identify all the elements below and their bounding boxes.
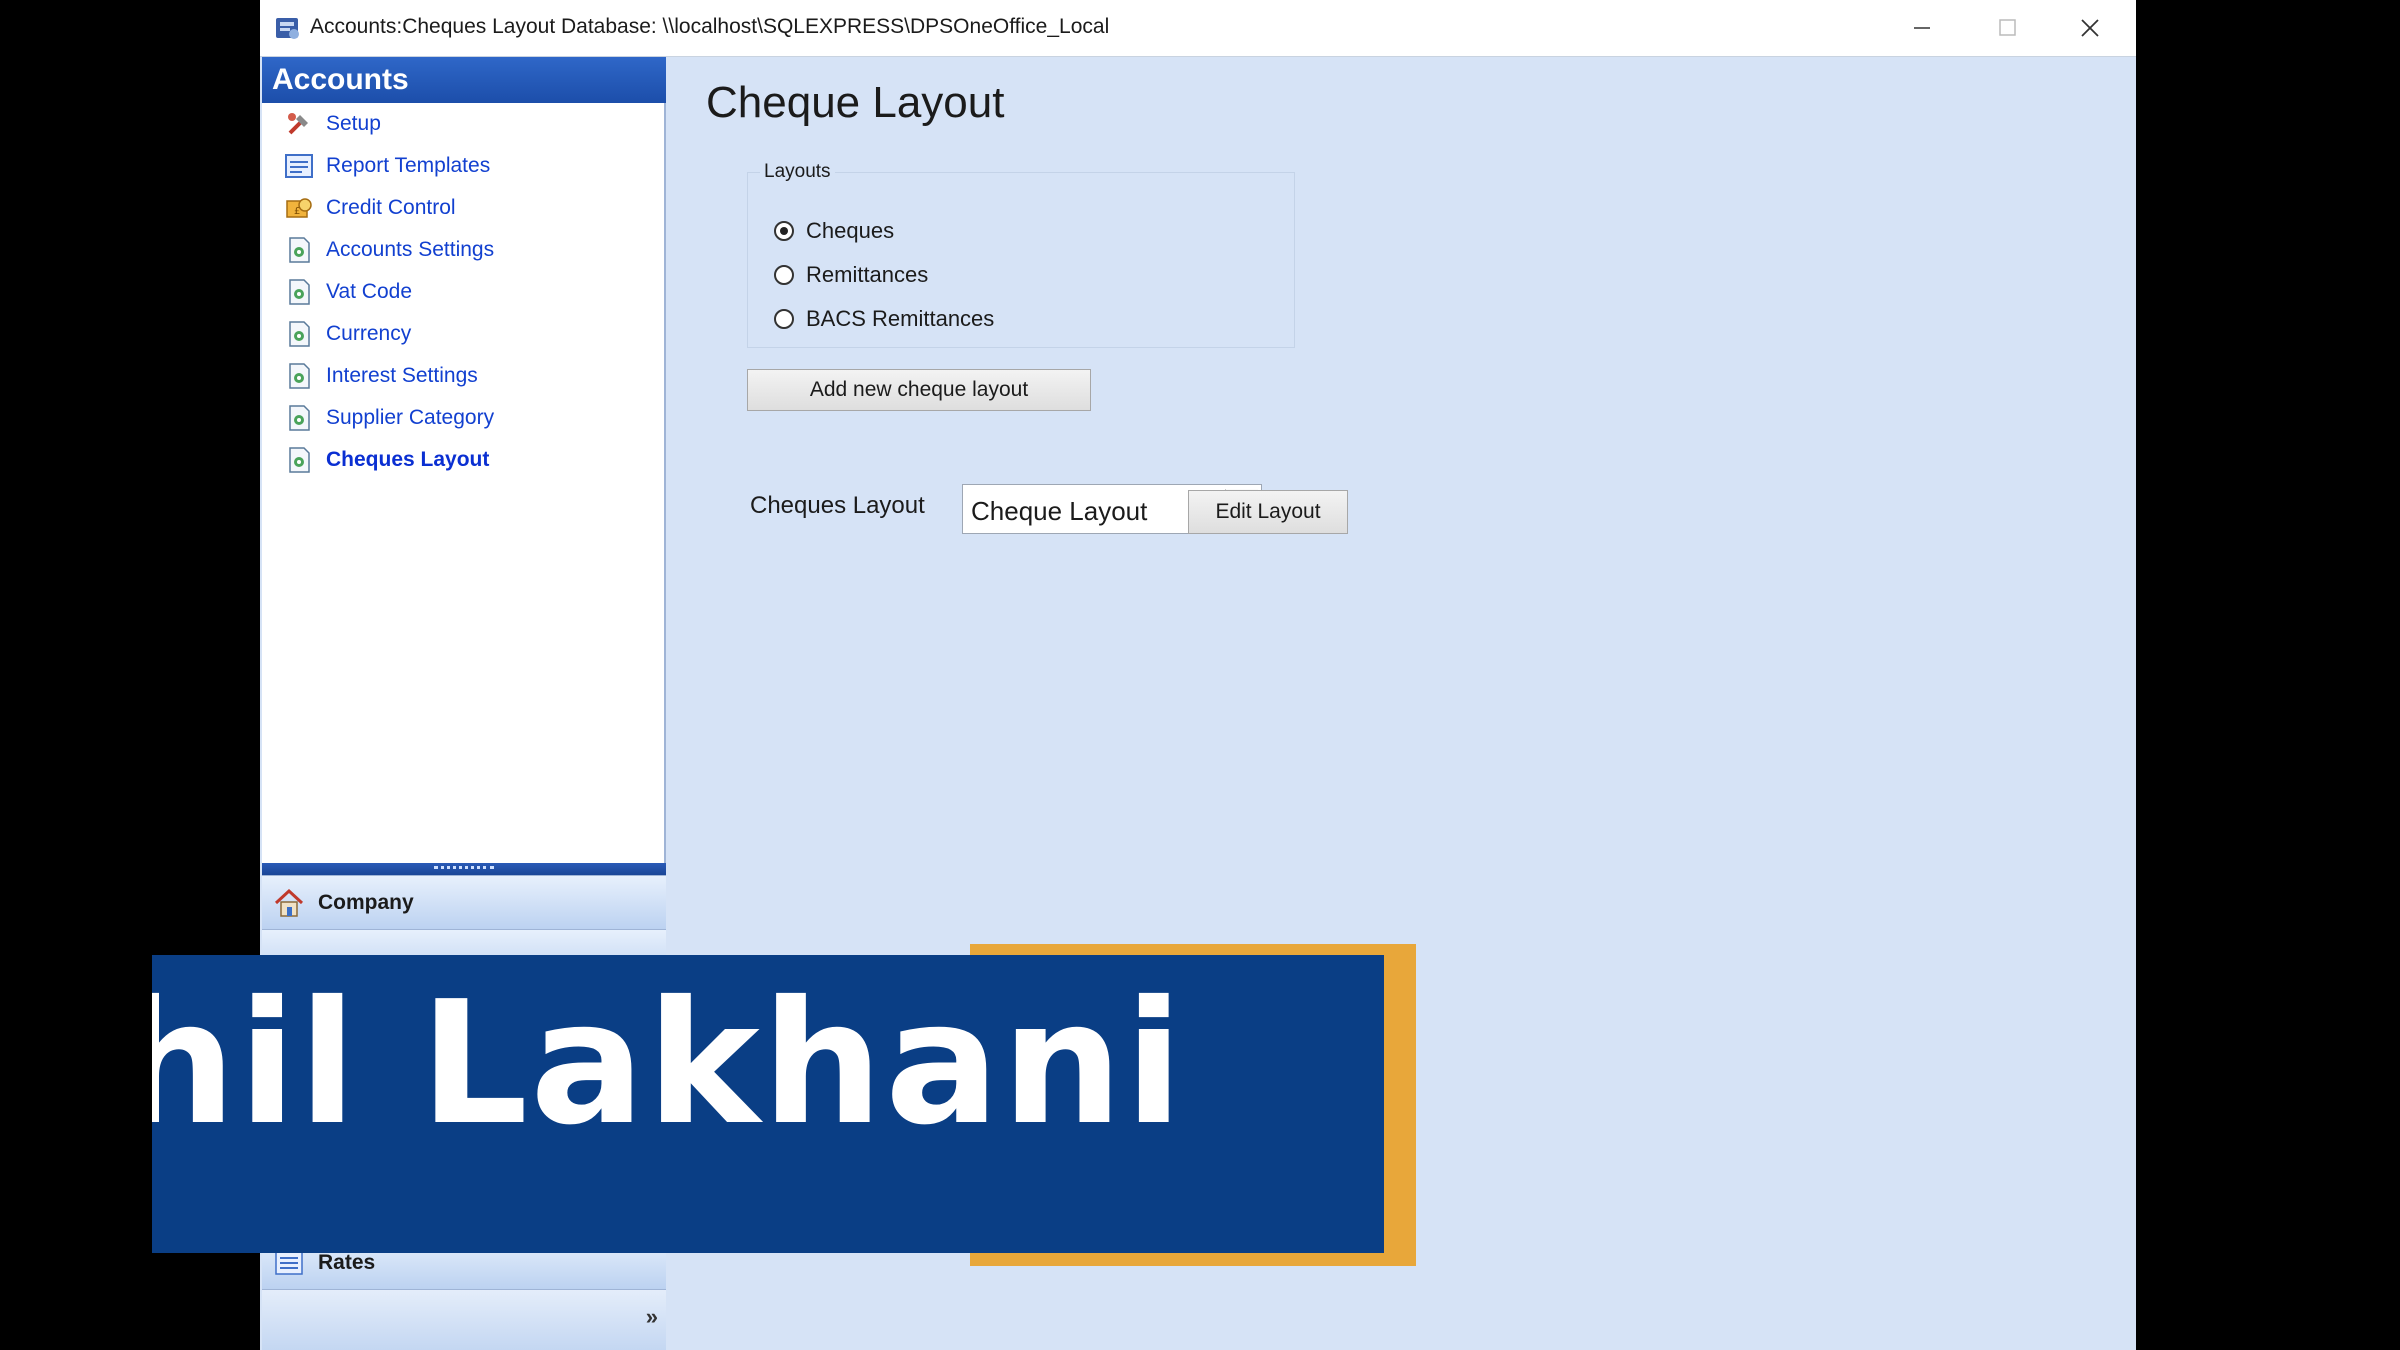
- settings-doc-icon: [289, 447, 310, 473]
- radio-button[interactable]: [774, 221, 794, 241]
- edit-layout-button[interactable]: Edit Layout: [1188, 490, 1348, 534]
- window-title: Accounts:Cheques Layout Database: \\loca…: [310, 15, 1110, 38]
- overlay-name-text: hil Lakhani: [152, 965, 1185, 1163]
- add-new-cheque-layout-button[interactable]: Add new cheque layout: [747, 369, 1091, 411]
- title-bar: Accounts:Cheques Layout Database: \\loca…: [260, 0, 2136, 57]
- select-value: Cheque Layout: [971, 496, 1148, 526]
- minimize-icon[interactable]: [1902, 10, 1942, 46]
- sidebar-header: Accounts: [262, 57, 666, 103]
- sidebar-item-label: Supplier Category: [326, 406, 495, 429]
- radio-label: BACS Remittances: [806, 306, 995, 331]
- chevron-expand-icon[interactable]: »: [646, 1304, 658, 1330]
- sidebar-item-cheques-layout[interactable]: Cheques Layout: [284, 443, 489, 477]
- overlay-name-banner: hil Lakhani: [152, 955, 1384, 1253]
- radio-bacs-remittances[interactable]: BACS Remittances: [774, 306, 994, 332]
- maximize-icon[interactable]: [1987, 10, 2027, 46]
- page-title: Cheque Layout: [706, 78, 1005, 127]
- credit-icon: £: [286, 198, 312, 218]
- report-icon: [285, 154, 313, 178]
- settings-doc-icon: [289, 237, 310, 263]
- settings-doc-icon: [289, 321, 310, 347]
- sidebar-item-label: Accounts Settings: [326, 238, 495, 261]
- settings-doc-icon: [289, 363, 310, 389]
- settings-doc-icon: [289, 279, 310, 305]
- house-icon: [274, 888, 304, 917]
- sidebar-item-vat-code[interactable]: Vat Code: [284, 275, 412, 309]
- radio-label: Remittances: [806, 262, 929, 287]
- cheques-layout-label: Cheques Layout: [750, 492, 925, 519]
- tools-icon: [288, 113, 308, 135]
- nav-footer: »: [262, 1289, 666, 1350]
- radio-remittances[interactable]: Remittances: [774, 262, 928, 288]
- svg-text:£: £: [294, 206, 300, 217]
- sidebar-item-currency[interactable]: Currency: [284, 317, 411, 351]
- nav-group-label: Company: [318, 890, 414, 914]
- sidebar-item-label: Setup: [326, 112, 381, 135]
- sidebar-item-label: Interest Settings: [326, 364, 478, 387]
- sidebar-item-label: Currency: [326, 322, 412, 345]
- sidebar-item-accounts-settings[interactable]: Accounts Settings: [284, 233, 494, 267]
- sidebar-item-label: Vat Code: [326, 280, 412, 303]
- layouts-groupbox-legend: Layouts: [760, 161, 835, 183]
- close-icon[interactable]: [2070, 10, 2110, 46]
- radio-button[interactable]: [774, 265, 794, 285]
- nav-group-company[interactable]: Company: [262, 875, 666, 929]
- sidebar-item-supplier-category[interactable]: Supplier Category: [284, 401, 494, 435]
- sidebar-item-report-templates[interactable]: Report Templates: [284, 149, 490, 183]
- nav-group-label: Rates: [318, 1250, 376, 1274]
- settings-doc-icon: [289, 405, 310, 431]
- radio-button[interactable]: [774, 309, 794, 329]
- sidebar-item-credit-control[interactable]: £ Credit Control: [284, 191, 456, 225]
- sidebar-item-label: Report Templates: [326, 154, 491, 177]
- sidebar-splitter[interactable]: [262, 863, 666, 875]
- radio-label: Cheques: [806, 218, 895, 243]
- app-icon: [276, 18, 299, 39]
- splitter-grip[interactable]: [434, 866, 494, 872]
- radio-cheques[interactable]: Cheques: [774, 218, 894, 244]
- sidebar-item-label: Cheques Layout: [326, 448, 490, 471]
- sidebar-item-label: Credit Control: [326, 196, 456, 219]
- sidebar-item-interest-settings[interactable]: Interest Settings: [284, 359, 478, 393]
- sidebar-item-setup[interactable]: Setup: [284, 107, 381, 141]
